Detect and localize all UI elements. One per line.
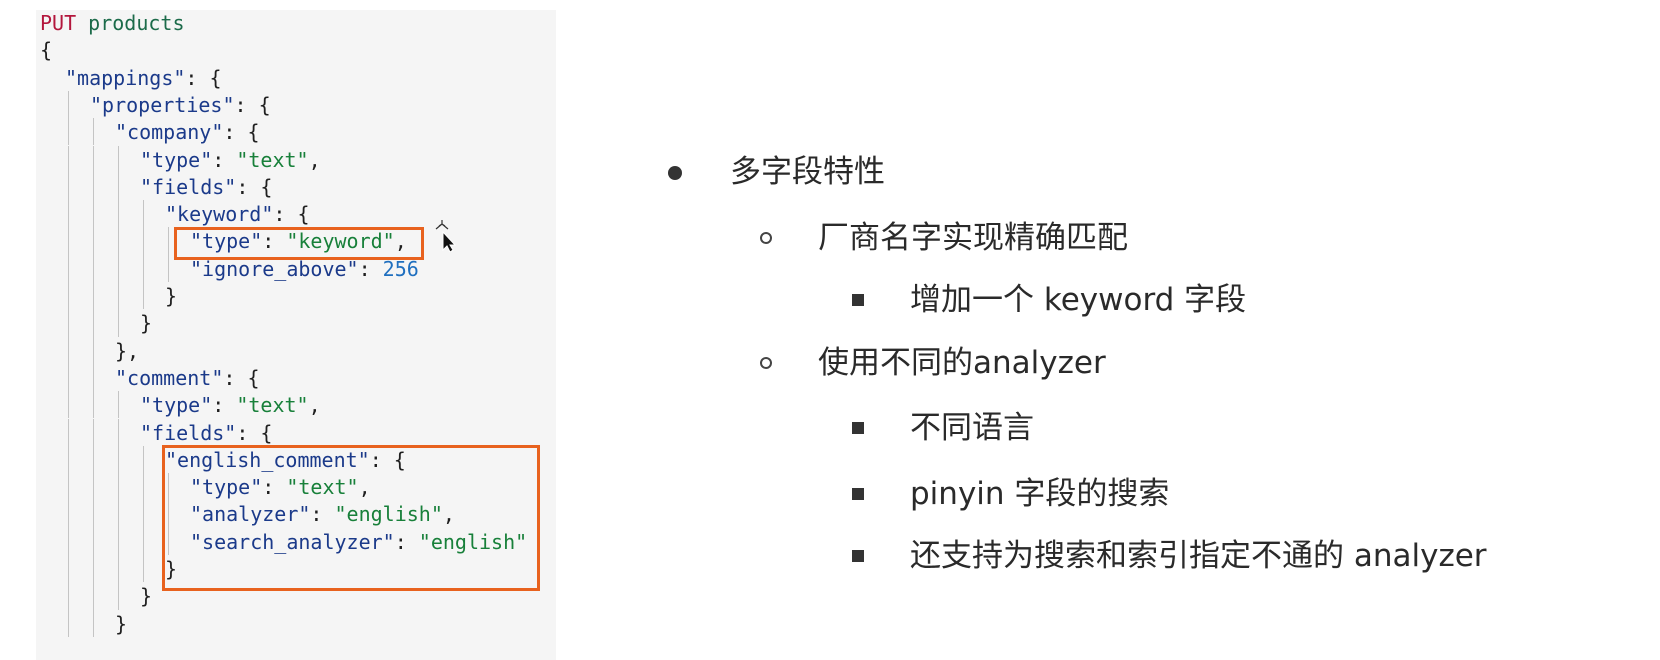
bullet-text-level-3: 增加一个 keyword 字段: [910, 282, 1247, 318]
bullet-text-level-2: 厂商名字实现精确匹配: [818, 220, 1128, 256]
slide-bullet-list: 多字段特性厂商名字实现精确匹配增加一个 keyword 字段使用不同的analy…: [0, 0, 1660, 658]
bullet-square-icon: [852, 550, 864, 562]
bullet-square-icon: [852, 488, 864, 500]
bullet-square-icon: [852, 422, 864, 434]
bullet-text-level-3: 不同语言: [910, 410, 1034, 446]
bullet-circle-icon: [760, 232, 772, 244]
bullet-circle-icon: [760, 357, 772, 369]
bullet-disc-icon: [668, 166, 682, 180]
bullet-text-level-2: 使用不同的analyzer: [818, 345, 1106, 381]
bullet-text-level-3: 还支持为搜索和索引指定不通的 analyzer: [910, 538, 1487, 574]
bullet-text-level-3: pinyin 字段的搜索: [910, 476, 1170, 512]
bullet-text-level-1: 多字段特性: [730, 154, 885, 190]
bullet-square-icon: [852, 294, 864, 306]
